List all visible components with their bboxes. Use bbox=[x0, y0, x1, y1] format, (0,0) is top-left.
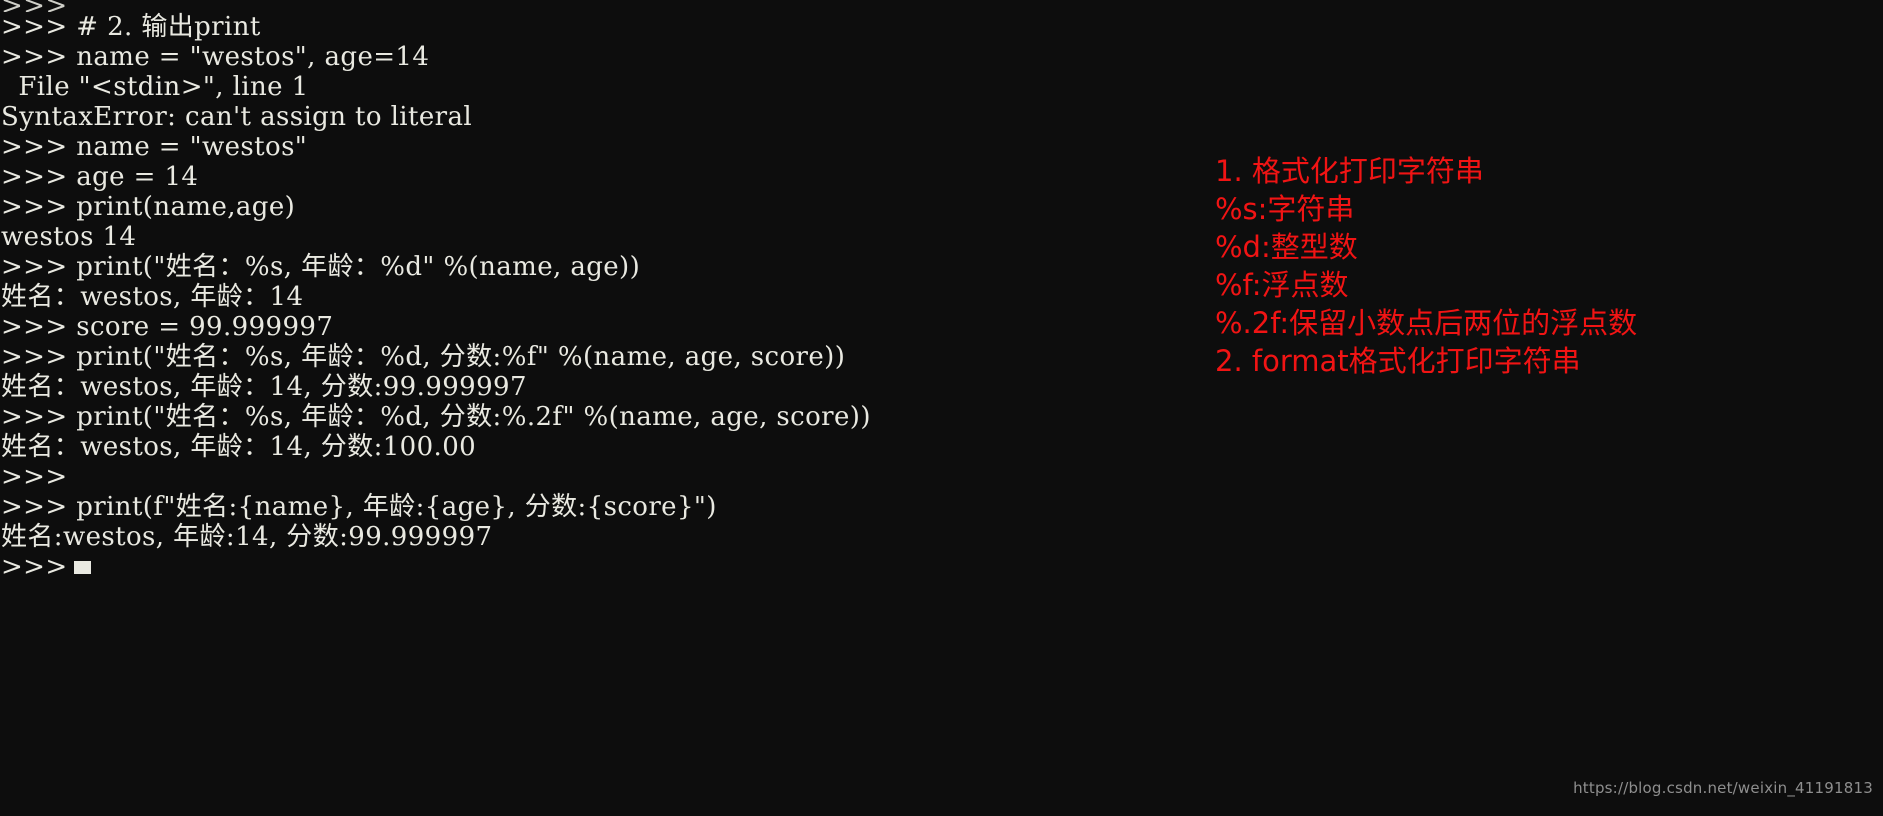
terminal-line: >>> bbox=[0, 0, 1000, 12]
terminal-line: 姓名:westos, 年龄:14, 分数:99.999997 bbox=[1, 522, 493, 552]
terminal-line: >>> name = "westos" bbox=[1, 132, 308, 162]
annotation-line: %d:整型数 bbox=[1215, 230, 1358, 264]
terminal-line: >>> print(name,age) bbox=[1, 192, 296, 222]
terminal-line: 姓名：westos, 年龄：14, 分数:100.00 bbox=[1, 432, 477, 462]
terminal-line: westos 14 bbox=[1, 222, 137, 252]
terminal-line: >>> # 2. 输出print bbox=[1, 12, 261, 42]
terminal-line: >>> score = 99.999997 bbox=[1, 312, 334, 342]
terminal-active-prompt-line[interactable]: >>> bbox=[0, 552, 1000, 582]
terminal-line: >>> age = 14 bbox=[1, 162, 199, 192]
terminal-line: File "<stdin>", line 1 bbox=[1, 72, 309, 102]
annotation-line: %.2f:保留小数点后两位的浮点数 bbox=[1215, 306, 1638, 340]
annotation-line: %f:浮点数 bbox=[1215, 268, 1349, 302]
terminal-line: >>> print(f"姓名:{name}, 年龄:{age}, 分数:{sco… bbox=[1, 492, 717, 522]
terminal-line: >>> print("姓名：%s, 年龄：%d" %(name, age)) bbox=[1, 252, 641, 282]
terminal-line: >>> name = "westos", age=14 bbox=[1, 42, 430, 72]
terminal-line: >>> print("姓名：%s, 年龄：%d, 分数:%f" %(name, … bbox=[1, 342, 846, 372]
terminal-line: SyntaxError: can't assign to literal bbox=[1, 102, 473, 132]
watermark-url: https://blog.csdn.net/weixin_41191813 bbox=[1573, 779, 1873, 797]
terminal-output-area[interactable]: >>> >>> # 2. 输出print >>> name = "westos"… bbox=[0, 0, 1000, 582]
text-cursor bbox=[73, 561, 91, 574]
terminal-line: >>> print("姓名：%s, 年龄：%d, 分数:%.2f" %(name… bbox=[1, 402, 871, 432]
annotation-line: 2. format格式化打印字符串 bbox=[1215, 344, 1581, 378]
annotation-block: 1. 格式化打印字符串 %s:字符串 %d:整型数 %f:浮点数 %.2f:保留… bbox=[1215, 152, 1865, 380]
terminal-line: >>> bbox=[1, 462, 68, 492]
prompt-label: >>> bbox=[1, 552, 68, 582]
annotation-line: %s:字符串 bbox=[1215, 192, 1355, 226]
annotation-line: 1. 格式化打印字符串 bbox=[1215, 154, 1484, 188]
terminal-line: 姓名：westos, 年龄：14, 分数:99.999997 bbox=[1, 372, 527, 402]
terminal-line: 姓名：westos, 年龄：14 bbox=[1, 282, 304, 312]
terminal-screenshot: >>> >>> # 2. 输出print >>> name = "westos"… bbox=[0, 0, 1883, 816]
